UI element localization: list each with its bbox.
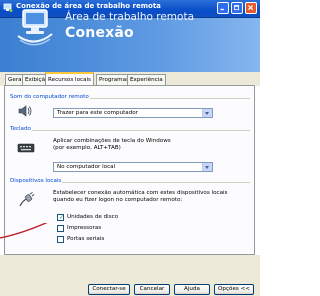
cancel-button[interactable]: Cancelar [134, 284, 170, 295]
minimize-button[interactable] [217, 2, 229, 14]
plug-icon [19, 192, 35, 207]
devices-group-title: Dispositivos locais [9, 178, 63, 184]
keyboard-group-divider [9, 130, 250, 131]
keyboard-select-value: No computador local [57, 164, 116, 170]
disk-drives-checkbox[interactable]: ✓ [57, 214, 64, 221]
header-title-line2: Conexão [65, 25, 134, 41]
close-button[interactable] [245, 2, 257, 14]
keyboard-description-line2: (por exemplo, ALT+TAB) [53, 145, 121, 151]
remote-desktop-logo-icon [17, 9, 53, 46]
maximize-button[interactable] [231, 2, 243, 14]
tab-local-resources[interactable]: Recursos locais [45, 72, 94, 86]
help-button[interactable]: Ajuda [174, 284, 210, 295]
remote-desktop-icon [3, 3, 13, 12]
connect-button[interactable]: Conectar-se [88, 284, 130, 295]
keyboard-select[interactable]: No computador local [53, 162, 213, 172]
sound-select[interactable]: Trazer para este computador [53, 108, 213, 118]
options-button[interactable]: Opções << [214, 284, 254, 295]
sound-select-value: Trazer para este computador [57, 110, 138, 116]
sound-group-title: Som do computador remoto [9, 94, 90, 100]
close-icon [248, 5, 254, 11]
devices-description-line2: quando eu fizer logon no computador remo… [53, 197, 183, 203]
chevron-down-icon[interactable] [202, 109, 212, 117]
speaker-icon [18, 105, 32, 117]
serial-ports-label: Portas seriais [67, 236, 105, 242]
maximize-icon [234, 5, 240, 11]
keyboard-icon [17, 143, 35, 153]
tab-experience[interactable]: Experiência [127, 74, 166, 85]
keyboard-group-title: Teclado [9, 126, 32, 132]
devices-description-line1: Estabelecer conexão automática com estes… [53, 190, 228, 196]
disk-drives-label: Unidades de disco [67, 214, 119, 220]
chevron-down-icon[interactable] [202, 163, 212, 171]
keyboard-description-line1: Aplicar combinações de tecla do Windows [53, 138, 171, 144]
printers-label: Impressoras [67, 225, 102, 231]
minimize-icon [220, 8, 224, 11]
checkmark-icon: ✓ [59, 214, 65, 221]
header-title-line1: Área de trabalho remota [65, 11, 195, 23]
